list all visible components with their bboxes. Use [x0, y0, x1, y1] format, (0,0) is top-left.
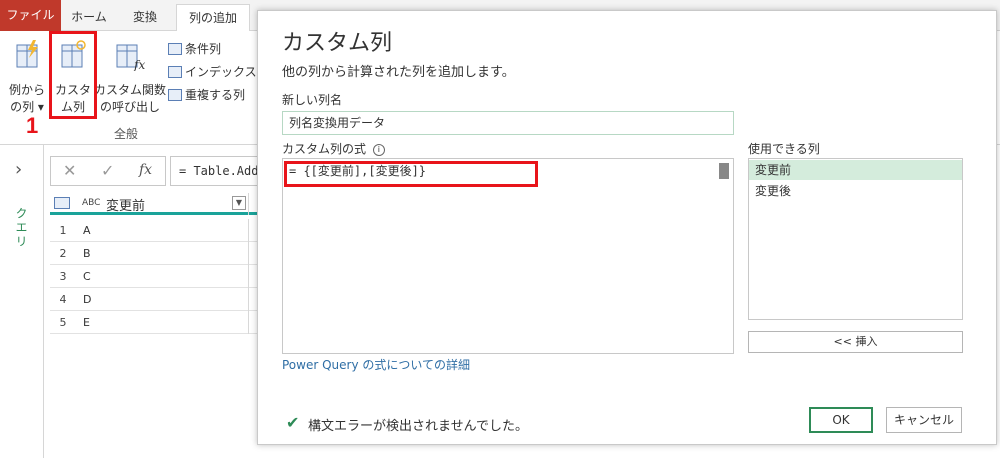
tab-file[interactable]: ファイル: [0, 0, 61, 31]
table-row[interactable]: 4 D: [50, 288, 260, 311]
custom-column-dialog: カスタム列 他の列から計算された列を追加します。 新しい列名 列名変換用データ …: [257, 10, 997, 445]
row-value: A: [83, 224, 91, 237]
column-from-examples-label-1: 例から: [8, 83, 45, 97]
row-number: 1: [59, 224, 67, 237]
column-from-examples-button[interactable]: 例から の列 ▾: [6, 35, 48, 119]
row-number: 5: [59, 316, 67, 329]
conditional-column-button[interactable]: 条件列: [168, 40, 221, 58]
column-filter-icon[interactable]: ▼: [232, 196, 246, 210]
dialog-title: カスタム列: [282, 31, 393, 56]
row-value: E: [83, 316, 90, 329]
row-value: B: [83, 247, 91, 260]
cancel-formula-icon[interactable]: ✕: [63, 161, 76, 180]
formula-bar-buttons: ✕ ✓ fx: [50, 156, 166, 186]
table-row[interactable]: 1 A: [50, 219, 260, 242]
cancel-button[interactable]: キャンセル: [886, 407, 962, 433]
new-column-name-label: 新しい列名: [282, 93, 343, 107]
row-value: C: [83, 270, 91, 283]
expand-queries-icon[interactable]: ›: [15, 159, 22, 180]
formula-label: カスタム列の式: [282, 142, 367, 156]
formula-help-link[interactable]: Power Query の式についての詳細: [282, 356, 470, 373]
editor-scrollbar[interactable]: [719, 163, 729, 179]
dialog-subtitle: 他の列から計算された列を追加します。: [282, 65, 515, 80]
available-column-item[interactable]: 変更前: [749, 160, 962, 180]
column-type-icon[interactable]: ABC: [82, 198, 100, 208]
step1-number: 1: [26, 113, 39, 138]
row-number: 2: [59, 247, 67, 260]
new-column-name-input[interactable]: 列名変換用データ: [282, 111, 734, 135]
index-column-button[interactable]: インデックス列: [168, 63, 269, 81]
info-icon[interactable]: i: [372, 143, 385, 156]
duplicate-column-icon: [168, 88, 182, 101]
ok-button[interactable]: OK: [809, 407, 873, 433]
column-separator: [248, 265, 249, 288]
row-number: 4: [59, 293, 67, 306]
check-icon: ✔: [286, 413, 300, 432]
commit-formula-icon[interactable]: ✓: [101, 161, 114, 180]
invoke-custom-function-label-1: カスタム関数: [93, 83, 166, 97]
tab-home[interactable]: ホーム: [64, 4, 114, 31]
column-separator: [248, 193, 249, 215]
invoke-custom-function-label-2: の呼び出し: [99, 100, 160, 114]
column-separator: [248, 242, 249, 265]
conditional-column-label: 条件列: [185, 42, 222, 56]
svg-text:fx: fx: [133, 58, 145, 71]
fx-icon[interactable]: fx: [139, 162, 152, 178]
step2-highlight: [284, 161, 538, 187]
column-header-before[interactable]: 変更前: [106, 195, 145, 214]
table-row[interactable]: 2 B: [50, 242, 260, 265]
table-icon[interactable]: [54, 197, 70, 209]
queries-pane-label[interactable]: クエリ: [13, 207, 30, 249]
column-separator: [248, 219, 249, 242]
formula-bar: ✕ ✓ fx = Table.AddColumn: [50, 156, 260, 186]
syntax-status: 構文エラーが検出されませんでした。: [308, 419, 528, 434]
table-row[interactable]: 3 C: [50, 265, 260, 288]
duplicate-column-label: 重複する列: [185, 88, 246, 102]
available-columns-label: 使用できる列: [748, 142, 820, 156]
invoke-function-icon: fx: [116, 44, 145, 71]
column-from-examples-icon: [16, 40, 38, 68]
column-separator: [248, 311, 249, 334]
conditional-column-icon: [168, 42, 182, 55]
grid-header: ABC 変更前 ▼: [50, 193, 260, 215]
step1-highlight: [49, 31, 97, 119]
formula-editor[interactable]: = {[変更前],[変更後]}: [282, 158, 734, 354]
available-column-item[interactable]: 変更後: [749, 181, 962, 201]
index-column-icon: [168, 65, 182, 78]
tab-transform[interactable]: 変換: [120, 4, 170, 31]
formula-input[interactable]: = Table.AddColumn: [170, 156, 260, 186]
available-columns-list: 変更前 変更後: [748, 158, 963, 320]
invoke-custom-function-button[interactable]: fx カスタム関数 の呼び出し: [94, 35, 166, 119]
row-number: 3: [59, 270, 67, 283]
duplicate-column-button[interactable]: 重複する列: [168, 86, 245, 104]
table-row[interactable]: 5 E: [50, 311, 260, 334]
row-value: D: [83, 293, 92, 306]
formula-label-row: カスタム列の式 i: [282, 140, 385, 157]
tab-add-column[interactable]: 列の追加: [176, 4, 250, 32]
queries-pane: › クエリ: [0, 145, 44, 458]
group-label-general: 全般: [114, 127, 139, 141]
column-separator: [248, 288, 249, 311]
insert-button[interactable]: << 挿入: [748, 331, 963, 353]
